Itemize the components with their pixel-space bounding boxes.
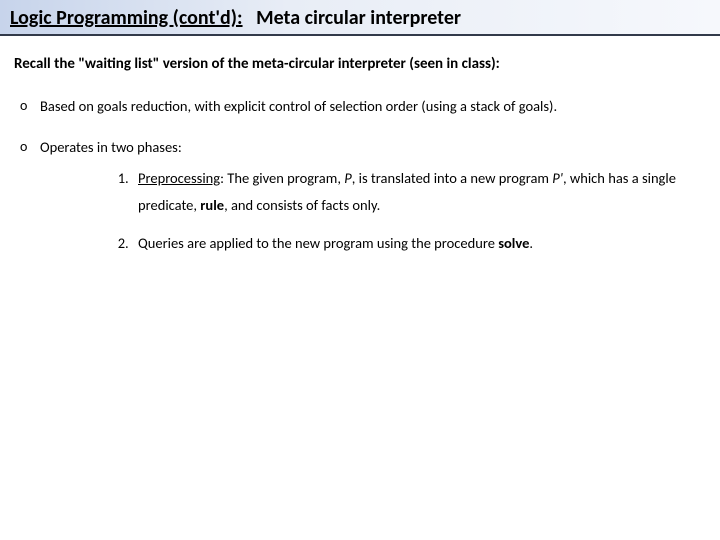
var-p: P [344,169,352,187]
var-p-prime: P' [552,169,563,187]
numbered-list: Preprocessing: The given program, P, is … [40,165,706,258]
slide-content: Recall the "waiting list" version of the… [0,36,720,257]
bullet-item: Based on goals reduction, with explicit … [20,96,706,116]
text: , is translated into a new program [352,169,553,187]
text: Queries are applied to the new program u… [138,234,498,252]
title-separator [243,6,257,30]
slide-subtitle: Meta circular interpreter [256,6,461,30]
kw-solve: solve [498,234,529,252]
text: . [529,234,533,252]
text: , and consists of facts only. [224,196,380,214]
bullet-item: Operates in two phases: Preprocessing: T… [20,137,706,258]
intro-text: Recall the "waiting list" version of the… [14,54,706,74]
bullet-text: Operates in two phases: [40,138,182,156]
kw-rule: rule [200,196,224,214]
phase-label: Preprocessing [138,169,220,187]
text: : The given program, [220,169,344,187]
numbered-item: Queries are applied to the new program u… [132,230,706,258]
slide-topic: Logic Programming (cont'd): [10,6,243,30]
numbered-item: Preprocessing: The given program, P, is … [132,165,706,220]
title-bar: Logic Programming (cont'd): Meta circula… [0,0,720,36]
bullet-list: Based on goals reduction, with explicit … [14,96,706,257]
